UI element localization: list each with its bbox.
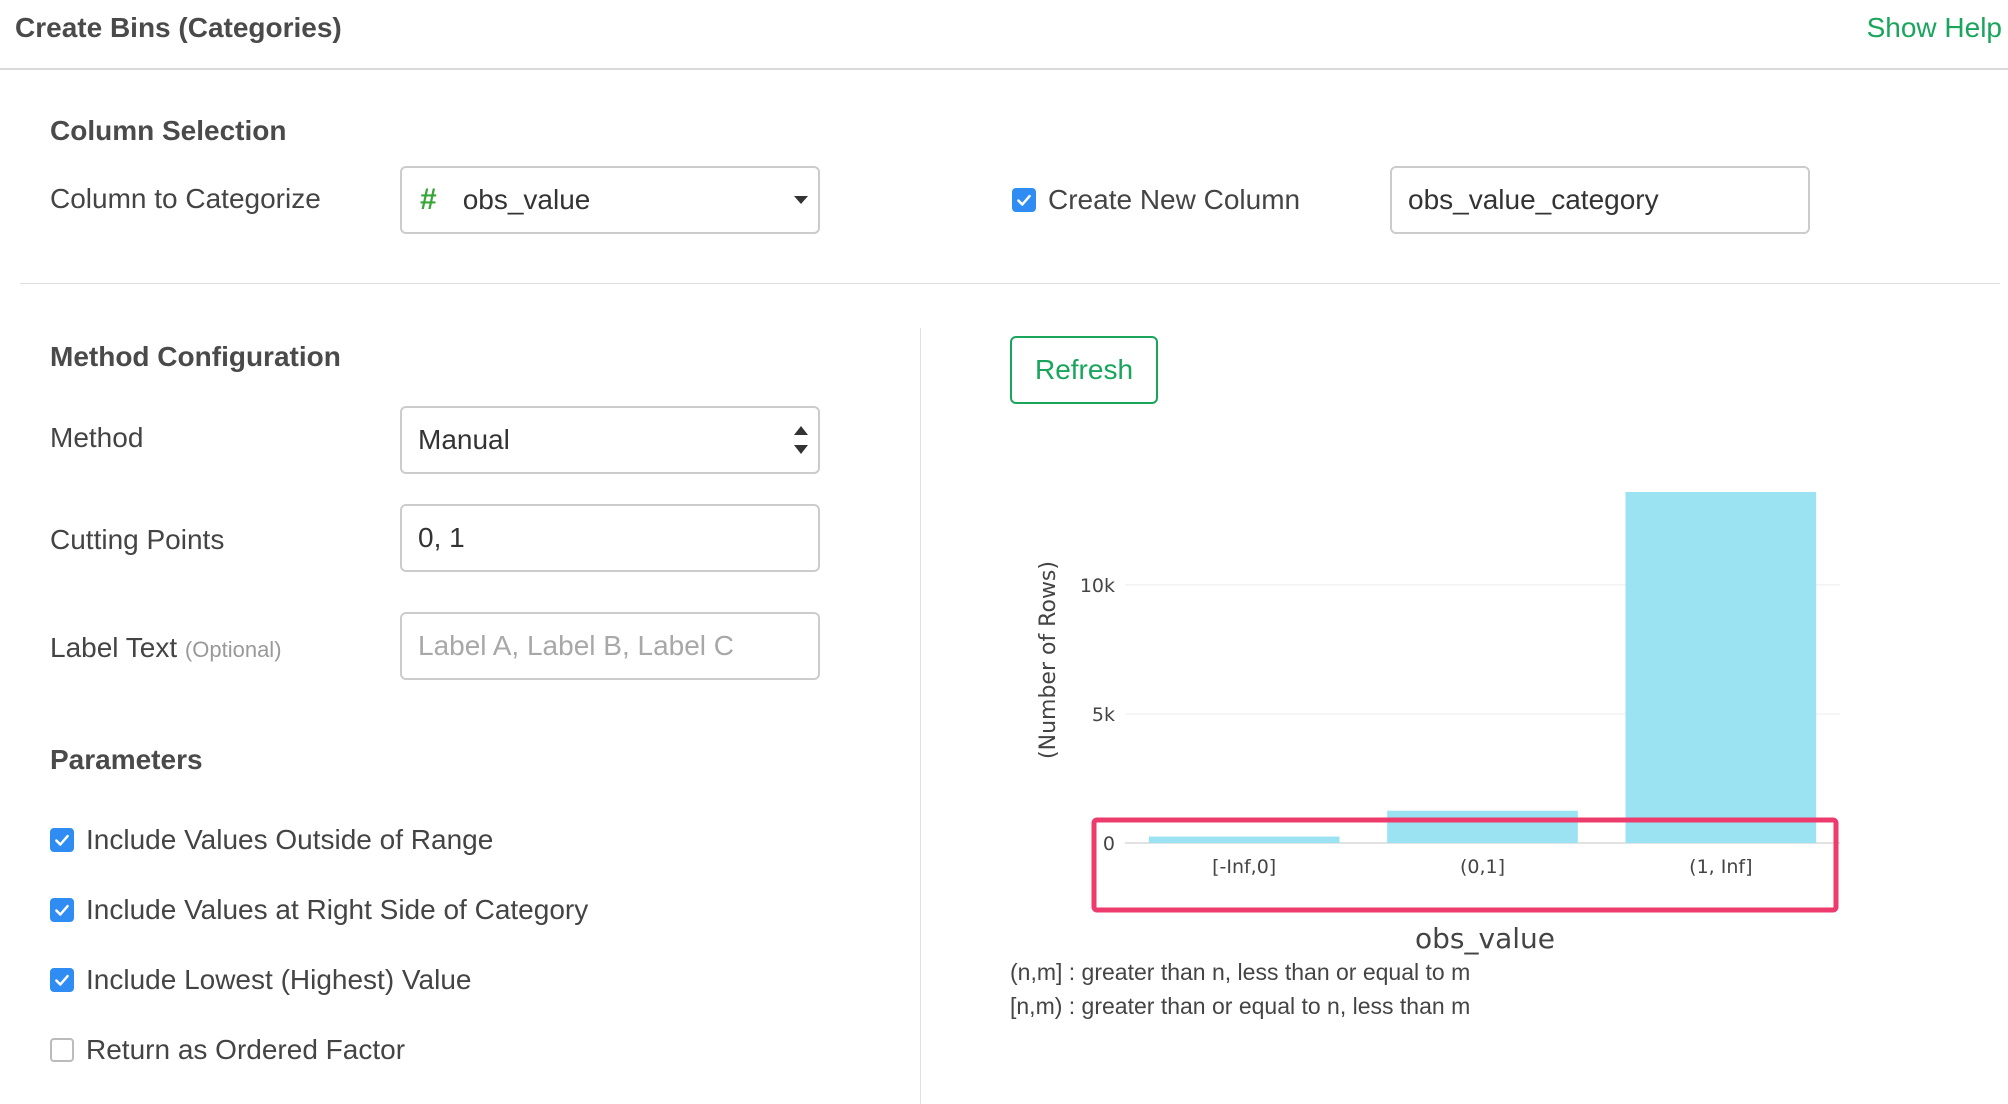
bar[interactable] [1625,492,1817,843]
x-axis-label: obs_value [1415,922,1555,955]
new-column-name-value: obs_value_category [1408,184,1659,215]
column-select-value: obs_value [462,184,591,215]
new-column-name-input[interactable]: obs_value_category [1390,166,1810,234]
x-tick-label: (0,1] [1460,856,1505,878]
param-option-outside-range[interactable]: Include Values Outside of Range [50,823,493,857]
x-tick-label: [-Inf,0] [1212,856,1276,878]
header-divider [0,68,2008,70]
param-option-right-side[interactable]: Include Values at Right Side of Category [50,893,588,927]
bar[interactable] [1387,810,1578,843]
param-option-label: Include Values Outside of Range [86,824,494,855]
param-checkbox[interactable] [50,1038,74,1062]
y-tick-label: 5k [1092,704,1115,726]
y-axis-ticks: 0 5k 10k [1080,575,1115,855]
bar[interactable] [1148,836,1340,843]
check-icon [55,904,69,916]
label-text-placeholder: Label A, Label B, Label C [418,630,735,661]
param-checkbox[interactable] [50,898,74,922]
cutting-points-value: 0, 1 [418,522,465,553]
y-tick-label: 10k [1080,575,1115,597]
create-new-column-checkbox[interactable] [1012,188,1036,212]
check-icon [1017,194,1031,206]
parameters-title: Parameters [50,744,203,775]
param-option-label: Return as Ordered Factor [86,1034,406,1065]
updown-arrows-icon [794,426,808,454]
refresh-button[interactable]: Refresh [1010,336,1158,404]
method-select[interactable]: Manual [400,406,820,474]
method-label: Method [50,422,144,453]
param-checkbox[interactable] [50,968,74,992]
check-icon [55,974,69,986]
method-configuration-title: Method Configuration [50,341,341,372]
param-option-label: Include Lowest (Highest) Value [86,964,472,995]
show-help-link[interactable]: Show Help [1867,10,2002,46]
x-axis-ticks: [-Inf,0] (0,1] (1, Inf] [1212,856,1752,878]
panel-divider [920,328,921,1104]
y-tick-label: 0 [1103,833,1115,855]
column-to-categorize-label: Column to Categorize [50,183,321,214]
interval-note-left-closed: [n,m) : greater than or equal to n, less… [1010,993,1471,1019]
method-select-value: Manual [418,424,510,455]
bin-count-chart: 0 5k 10k [-Inf,0] (0,1] (1, Inf] (Number of … [1036,492,1840,955]
cutting-points-label: Cutting Points [50,524,225,555]
create-new-column-label: Create New Column [1048,184,1301,215]
chart-bars [1148,492,1817,843]
numeric-column-icon: # [420,183,437,216]
interval-note-right-closed: (n,m] : greater than n, less than or equ… [1010,959,1471,985]
optional-hint: (Optional) [184,637,282,662]
check-icon [55,834,69,846]
cutting-points-input[interactable]: 0, 1 [400,504,820,572]
param-option-label: Include Values at Right Side of Category [86,894,589,925]
label-text-input[interactable]: Label A, Label B, Label C [400,612,820,680]
y-axis-label: (Number of Rows) [1036,561,1061,759]
column-selection-title: Column Selection [50,115,287,146]
label-text-label-text: Label Text [50,632,178,663]
column-select[interactable]: # obs_value [400,166,820,234]
chevron-down-icon [794,196,808,204]
create-new-column-option[interactable]: Create New Column [1012,183,1300,217]
param-option-lowest-value[interactable]: Include Lowest (Highest) Value [50,963,471,997]
label-text-label: Label Text (Optional) [50,631,282,667]
x-tick-label: (1, Inf] [1689,856,1752,878]
section-divider [20,283,2000,284]
param-option-ordered-factor[interactable]: Return as Ordered Factor [50,1033,405,1067]
param-checkbox[interactable] [50,828,74,852]
page-title: Create Bins (Categories) [15,12,342,43]
